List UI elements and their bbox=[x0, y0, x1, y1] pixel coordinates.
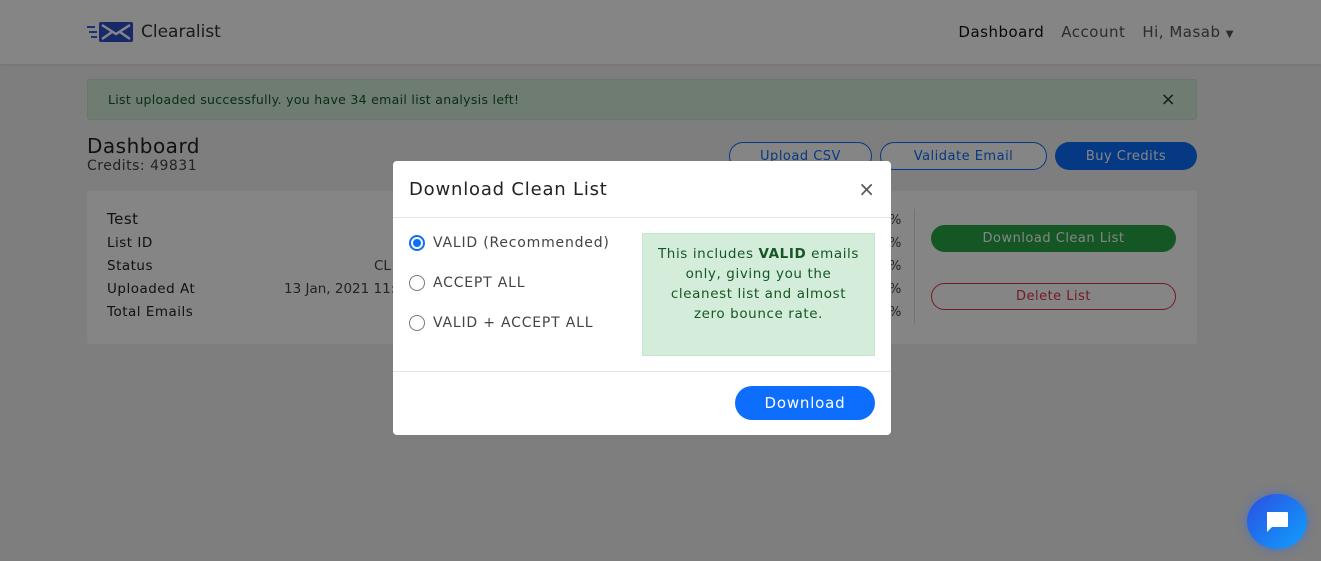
option-label: VALID (Recommended) bbox=[433, 235, 610, 251]
info-text: This includes bbox=[657, 246, 759, 262]
download-button[interactable]: Download bbox=[735, 386, 875, 420]
modal-title: Download Clean List bbox=[409, 178, 608, 200]
info-bold: VALID bbox=[758, 246, 807, 262]
download-modal: Download Clean List × VALID (Recommended… bbox=[393, 161, 891, 435]
radio-accept-all[interactable] bbox=[409, 275, 425, 291]
chat-widget-button[interactable] bbox=[1247, 494, 1307, 549]
option-accept-all[interactable]: ACCEPT ALL bbox=[409, 275, 525, 291]
chat-icon bbox=[1267, 511, 1288, 532]
radio-valid-accept-all[interactable] bbox=[409, 315, 425, 331]
option-valid-accept-all[interactable]: VALID + ACCEPT ALL bbox=[409, 315, 593, 331]
option-label: ACCEPT ALL bbox=[433, 275, 526, 291]
option-description: This includes VALID emails only, giving … bbox=[642, 233, 875, 356]
modal-footer-divider bbox=[393, 371, 891, 372]
option-label: VALID + ACCEPT ALL bbox=[433, 315, 594, 331]
radio-valid[interactable] bbox=[409, 235, 425, 251]
modal-close-button[interactable]: × bbox=[858, 177, 875, 201]
option-valid[interactable]: VALID (Recommended) bbox=[409, 235, 610, 251]
